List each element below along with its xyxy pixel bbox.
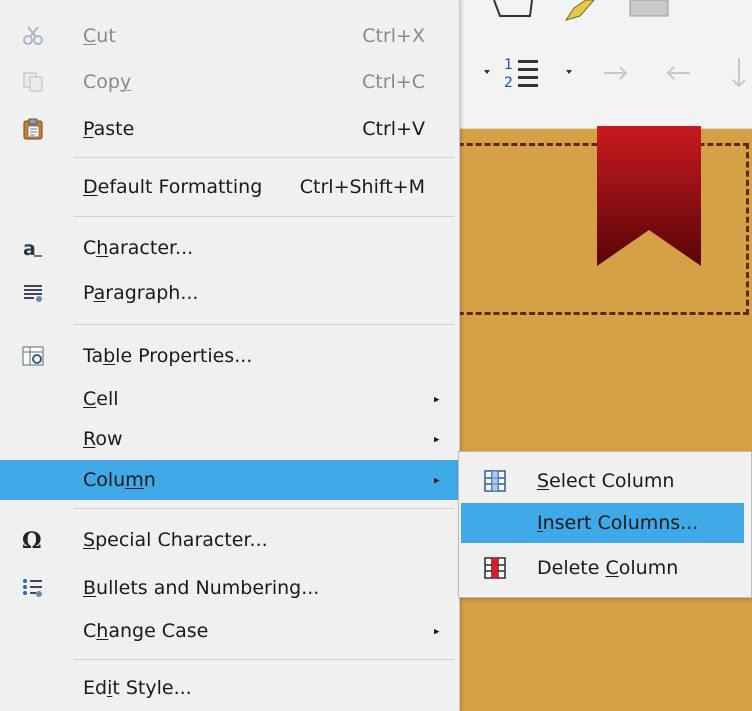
menu-item-bullets-numbering[interactable]: Bullets and Numbering... — [0, 568, 459, 608]
shortcut-text: Ctrl+C — [362, 71, 425, 93]
bullets-icon — [23, 579, 42, 597]
context-menu: Cut Ctrl+X Copy Ctrl+C Paste Ctrl+V Defa… — [0, 0, 460, 711]
shortcut-text: Ctrl+V — [362, 118, 425, 140]
submenu-item-label: Insert Columns... — [537, 512, 699, 534]
shortcut-text: Ctrl+Shift+M — [299, 176, 425, 198]
menu-item-special-character[interactable]: Ω Special Character... — [0, 520, 459, 560]
submenu-item-delete-column[interactable]: Delete Column — [459, 548, 747, 588]
submenu-item-label: Delete Column — [537, 557, 679, 579]
menu-item-paste[interactable]: Paste Ctrl+V — [0, 109, 459, 149]
menu-item-label: Bullets and Numbering... — [83, 577, 320, 599]
menu-item-cut[interactable]: Cut Ctrl+X — [0, 16, 459, 56]
menu-item-default-formatting[interactable]: Default Formatting Ctrl+Shift+M — [0, 167, 459, 207]
menu-item-character[interactable]: a Character... — [0, 228, 459, 268]
menu-item-copy[interactable]: Copy Ctrl+C — [0, 62, 459, 102]
svg-text:1: 1 — [504, 57, 513, 73]
menu-item-label: Character... — [83, 237, 194, 259]
menu-item-change-case[interactable]: Change Case ▸ — [0, 611, 459, 651]
svg-text:2: 2 — [504, 75, 513, 91]
table-properties-icon — [22, 346, 44, 366]
menu-item-paragraph[interactable]: Paragraph... — [0, 273, 459, 313]
submenu-arrow-icon: ▸ — [434, 392, 440, 406]
menu-item-label: Cut — [83, 25, 116, 47]
increase-indent-icon — [604, 66, 628, 80]
omega-icon: Ω — [22, 529, 42, 551]
menu-separator — [74, 508, 454, 509]
submenu-arrow-icon: ▸ — [434, 624, 440, 638]
submenu-item-label: Select Column — [537, 470, 675, 492]
select-column-icon — [484, 470, 506, 492]
paste-icon — [23, 118, 43, 140]
numbering-icon[interactable]: 1 2 — [478, 52, 578, 92]
scissors-icon — [23, 26, 43, 45]
copy-icon — [23, 72, 43, 92]
svg-text:Ω: Ω — [22, 529, 42, 551]
delete-column-icon — [484, 557, 506, 579]
menu-item-label: Default Formatting — [83, 176, 263, 198]
bookmark-ribbon-image — [597, 126, 701, 266]
character-icon: a — [23, 238, 42, 259]
paragraph-icon — [24, 285, 42, 302]
menu-separator — [74, 659, 454, 660]
menu-item-cell[interactable]: Cell ▸ — [0, 379, 459, 419]
menu-item-label: Cell — [83, 388, 119, 410]
submenu-arrow-icon: ▸ — [434, 473, 440, 487]
image-icon[interactable] — [628, 0, 672, 20]
menu-item-label: Table Properties... — [83, 345, 253, 367]
menu-item-label: Row — [83, 428, 123, 450]
column-submenu: Select Column Insert Columns... Delete C… — [458, 451, 752, 598]
submenu-item-select-column[interactable]: Select Column — [459, 461, 747, 501]
shortcut-text: Ctrl+X — [362, 25, 425, 47]
menu-item-label: Paragraph... — [83, 282, 199, 304]
menu-item-row[interactable]: Row ▸ — [0, 419, 459, 459]
menu-item-edit-style[interactable]: Edit Style... — [0, 668, 459, 708]
menu-separator — [74, 157, 454, 158]
highlighter-icon[interactable] — [560, 0, 600, 22]
menu-item-label: Column — [83, 469, 156, 491]
menu-separator — [74, 216, 454, 217]
decrease-indent-icon — [666, 66, 690, 80]
menu-item-label: Copy — [83, 71, 132, 93]
paragraph-spacing-icon — [732, 58, 746, 88]
submenu-item-insert-columns[interactable]: Insert Columns... — [461, 503, 744, 543]
menu-item-label: Paste — [83, 118, 135, 140]
menu-item-table-properties[interactable]: Table Properties... — [0, 336, 459, 376]
submenu-arrow-icon: ▸ — [434, 432, 440, 446]
menu-item-label: Special Character... — [83, 529, 268, 551]
shape-icon[interactable] — [490, 0, 540, 20]
svg-text:a: a — [23, 238, 36, 259]
menu-item-column[interactable]: Column ▸ — [0, 460, 459, 500]
menu-item-label: Edit Style... — [83, 677, 192, 699]
menu-separator — [74, 324, 454, 325]
table-frame — [440, 143, 749, 315]
menu-item-label: Change Case — [83, 620, 209, 642]
